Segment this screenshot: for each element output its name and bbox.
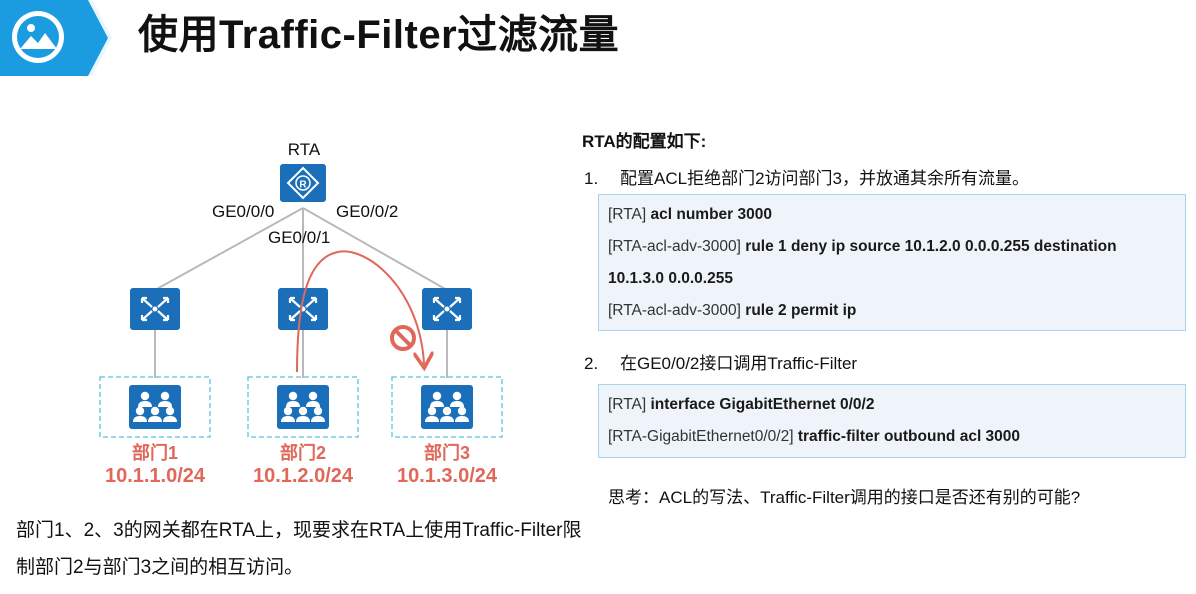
department-1-name: 部门1	[132, 442, 178, 463]
department-3-subnet: 10.1.3.0/24	[397, 465, 498, 487]
step-number: 2.	[584, 354, 599, 373]
think-question: 思考：ACL的写法、Traffic-Filter调用的接口是否还有别的可能?	[608, 488, 1081, 507]
code-line: [RTA-GigabitEthernet0/0/2] traffic-filte…	[608, 428, 1021, 445]
scenario-description: 部门1、2、3的网关都在RTA上，现要求在RTA上使用Traffic-Filte…	[16, 520, 582, 578]
department-box-3	[391, 376, 503, 438]
router-rta: RTA R	[280, 140, 326, 202]
config-heading: RTA的配置如下:	[582, 132, 707, 151]
code-line: [RTA] acl number 3000	[608, 206, 772, 223]
block-icon	[390, 325, 416, 351]
switch-1	[130, 288, 180, 330]
svg-text:R: R	[299, 180, 307, 191]
step-text: 配置ACL拒绝部门2访问部门3，并放通其余所有流量。	[620, 169, 1029, 188]
department-1-subnet: 10.1.1.0/24	[105, 465, 206, 487]
router-label: RTA	[288, 140, 321, 159]
page-title: 使用Traffic-Filter过滤流量	[138, 13, 620, 57]
picture-icon	[12, 11, 64, 63]
code-line: [RTA-acl-adv-3000] rule 1 deny ip source…	[608, 238, 1117, 255]
header-badge	[0, 0, 112, 76]
code-line: 10.1.3.0 0.0.0.255	[608, 270, 733, 287]
network-topology: RTA R GE0/0/0 GE0/0/2 GE0/0/1 部门1 10.1.1…	[99, 140, 503, 487]
switch-3	[422, 288, 472, 330]
code-block-acl: [RTA] acl number 3000 [RTA-acl-adv-3000]…	[598, 194, 1186, 331]
department-3-name: 部门3	[424, 442, 470, 463]
config-step-1: 1. 配置ACL拒绝部门2访问部门3，并放通其余所有流量。	[584, 164, 1029, 189]
step-text: 在GE0/0/2接口调用Traffic-Filter	[620, 354, 858, 373]
switch-2	[278, 288, 328, 330]
department-2-subnet: 10.1.2.0/24	[253, 465, 354, 487]
config-step-2: 2. 在GE0/0/2接口调用Traffic-Filter	[584, 349, 857, 374]
interface-label-ge0: GE0/0/0	[212, 202, 274, 221]
interface-label-ge1: GE0/0/1	[268, 228, 330, 247]
step-number: 1.	[584, 169, 599, 188]
code-block-interface: [RTA] interface GigabitEthernet 0/0/2 [R…	[598, 384, 1186, 458]
code-line: [RTA-acl-adv-3000] rule 2 permit ip	[608, 302, 857, 319]
interface-label-ge2: GE0/0/2	[336, 202, 398, 221]
department-2-name: 部门2	[280, 442, 326, 463]
department-box-1	[99, 376, 211, 438]
department-box-2	[247, 376, 359, 438]
code-line: [RTA] interface GigabitEthernet 0/0/2	[608, 396, 875, 413]
